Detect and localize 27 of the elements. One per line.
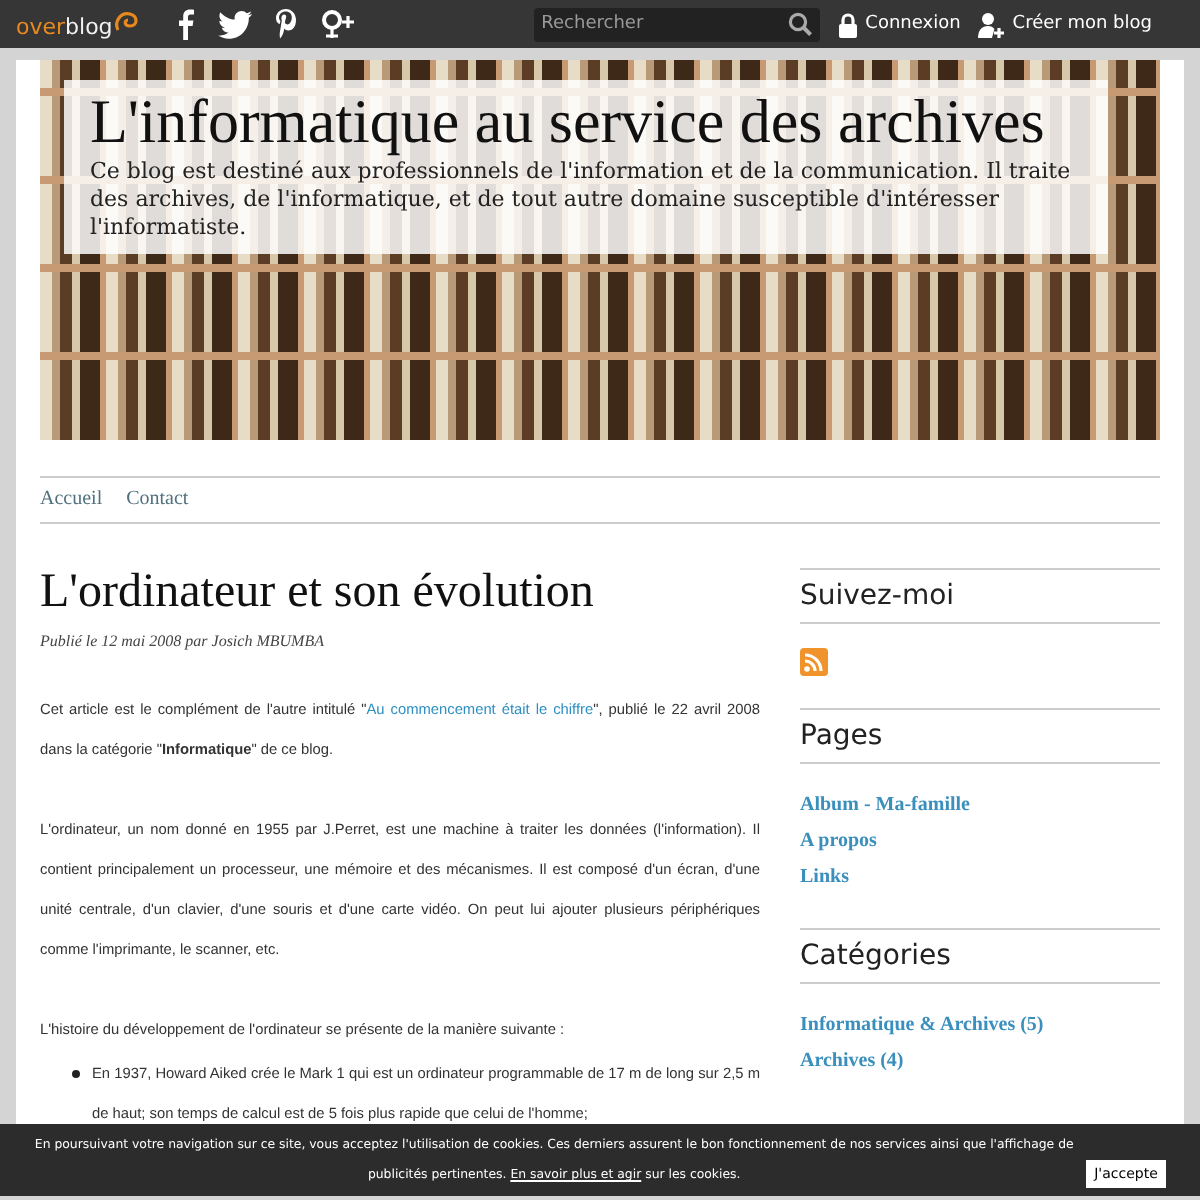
google-plus-icon[interactable]	[320, 8, 357, 40]
sidebar-link[interactable]: A propos	[800, 824, 877, 860]
blog-description: Ce blog est destiné aux professionnels de l'information et de la communication. Il traite des archives, de l'informatique, et de tout autre domaine susceptible d'intéresser l'informatiste.	[90, 158, 1073, 242]
article-title: L'ordinateur et son évolution	[40, 568, 596, 616]
twitter-icon[interactable]	[218, 9, 253, 39]
sidebar-link[interactable]: Informatique & Archives (5)	[800, 1008, 1044, 1044]
search-field[interactable]: Rechercher	[533, 7, 820, 41]
user-plus-icon	[978, 11, 1005, 37]
widget-title: Catégories	[800, 928, 1160, 984]
blog-title: L'informatique au service des archives	[90, 92, 1047, 152]
widget-title: Pages	[800, 708, 1160, 764]
nav-link[interactable]: Contact	[126, 488, 189, 510]
lock-icon	[837, 11, 858, 37]
widget-title: Suivez-moi	[800, 568, 1160, 624]
sidebar-link[interactable]: Links	[800, 860, 849, 896]
byline: Publié le 12 mai 2008 par Josich MBUMBA	[40, 632, 326, 650]
swirl-icon	[112, 9, 141, 33]
facebook-icon[interactable]	[176, 8, 197, 40]
search-icon	[787, 12, 812, 36]
sidebar-link[interactable]: Archives (4)	[800, 1044, 904, 1080]
overblog-logo[interactable]: overblog	[16, 9, 141, 39]
login-link[interactable]: Connexion	[837, 11, 961, 37]
create-blog-link[interactable]: Créer mon blog	[978, 11, 1152, 37]
bullet-icon	[72, 1070, 80, 1078]
pinterest-icon[interactable]	[274, 8, 299, 40]
sidebar-link[interactable]: Album - Ma-famille	[800, 788, 970, 824]
nav-link[interactable]: Accueil	[40, 488, 103, 510]
